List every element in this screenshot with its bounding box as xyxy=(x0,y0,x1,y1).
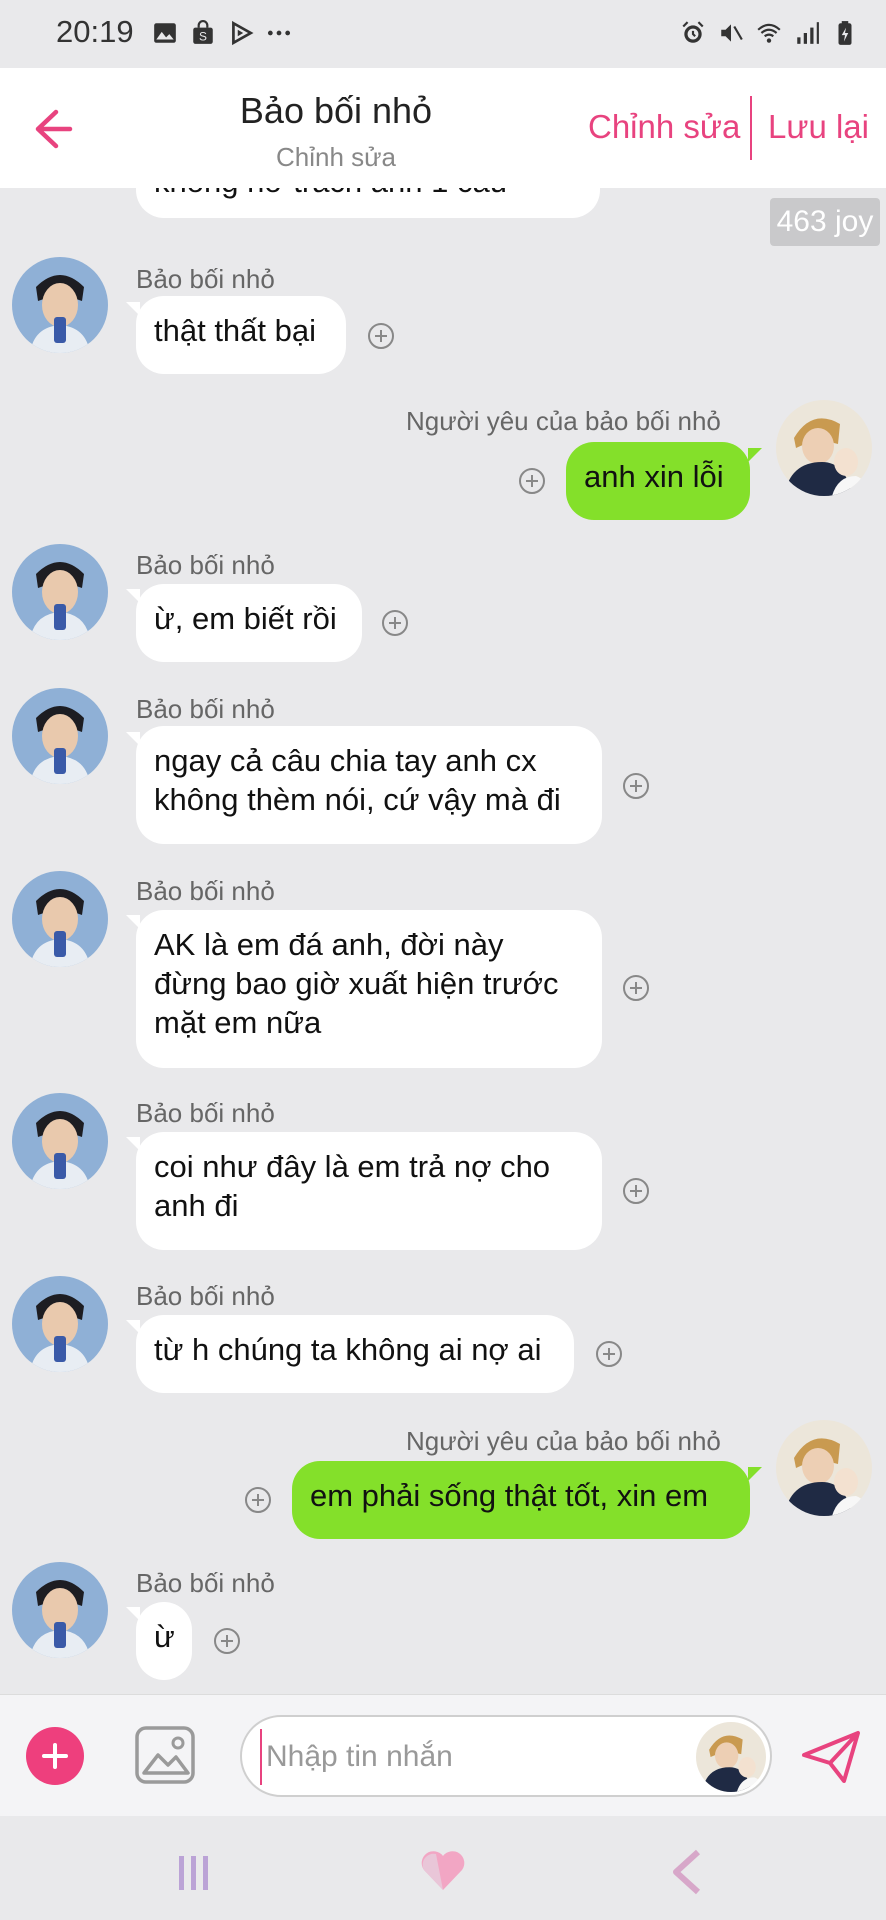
sender-name: Bảo bối nhỏ xyxy=(136,1098,275,1128)
add-reaction-icon[interactable] xyxy=(245,1487,271,1513)
add-attachment-button[interactable] xyxy=(26,1727,84,1785)
avatar[interactable] xyxy=(12,544,108,640)
bubble-tail xyxy=(748,1467,762,1481)
battery-icon xyxy=(838,21,852,45)
add-reaction-icon[interactable] xyxy=(382,610,408,636)
message-bubble: thật thất bại xyxy=(136,296,346,374)
message-bubble: ngay cả câu chia tay anh cx không thèm n… xyxy=(136,726,602,844)
svg-text:S: S xyxy=(199,30,207,44)
add-reaction-icon[interactable] xyxy=(623,975,649,1001)
sender-name: Người yêu của bảo bối nhỏ xyxy=(406,406,721,436)
avatar[interactable] xyxy=(12,257,108,353)
chat-area[interactable]: không nỡ trách anh 1 câu 463 joy Bảo bối… xyxy=(0,188,886,1694)
message-input-wrapper xyxy=(240,1715,772,1797)
avatar[interactable] xyxy=(12,1093,108,1189)
message-input[interactable] xyxy=(260,1729,688,1785)
nav-back-icon[interactable] xyxy=(670,1848,704,1896)
sender-name: Bảo bối nhỏ xyxy=(136,876,275,906)
signal-icon xyxy=(797,22,819,44)
message-text: em phải sống thật tốt, xin em xyxy=(310,1478,709,1513)
play-icon xyxy=(232,20,254,46)
sender-name: Bảo bối nhỏ xyxy=(136,694,275,724)
message-text: thật thất bại xyxy=(154,313,317,348)
message-line: đừng bao giờ xuất hiện trước xyxy=(154,966,559,1001)
message-line: anh đi xyxy=(154,1188,239,1223)
avatar[interactable] xyxy=(12,1562,108,1658)
add-reaction-icon[interactable] xyxy=(368,323,394,349)
add-reaction-icon[interactable] xyxy=(623,1178,649,1204)
message-line: không thèm nói, cứ vậy mà đi xyxy=(154,782,561,817)
add-reaction-icon[interactable] xyxy=(519,468,545,494)
message-text: ừ xyxy=(154,1619,175,1654)
mute-icon xyxy=(721,24,743,42)
message-line: mặt em nữa xyxy=(154,1005,322,1040)
save-button[interactable]: Lưu lại xyxy=(768,108,869,146)
shop-icon: S xyxy=(193,20,213,44)
message-bubble: em phải sống thật tốt, xin em xyxy=(292,1461,750,1539)
sender-name: Bảo bối nhỏ xyxy=(136,550,275,580)
message-text: anh xin lỗi xyxy=(584,459,724,494)
chat-header: Bảo bối nhỏ Chỉnh sửa Chỉnh sửa Lưu lại xyxy=(0,68,886,188)
message-bubble: AK là em đá anh, đời này đừng bao giờ xu… xyxy=(136,910,602,1068)
add-reaction-icon[interactable] xyxy=(623,773,649,799)
chat-title: Bảo bối nhỏ xyxy=(239,90,433,131)
message-bubble: anh xin lỗi xyxy=(566,442,750,520)
message-bubble: ừ xyxy=(136,1602,192,1680)
recent-apps-icon[interactable] xyxy=(176,1854,212,1892)
input-avatar[interactable] xyxy=(696,1722,766,1792)
message-text: không nỡ trách anh 1 câu xyxy=(154,188,507,199)
message-bubble: từ h chúng ta không ai nợ ai xyxy=(136,1315,574,1393)
sender-name: Bảo bối nhỏ xyxy=(136,1281,275,1311)
send-icon[interactable] xyxy=(800,1729,862,1785)
edit-button[interactable]: Chỉnh sửa xyxy=(588,108,740,146)
system-nav-bar xyxy=(0,1816,886,1920)
message-bubble: coi như đây là em trả nợ cho anh đi xyxy=(136,1132,602,1250)
avatar[interactable] xyxy=(12,688,108,784)
message-input-bar xyxy=(0,1694,886,1817)
image-picker-icon[interactable] xyxy=(134,1725,196,1785)
status-bar: 20:19 S xyxy=(0,0,886,68)
avatar[interactable] xyxy=(12,871,108,967)
message-line: ngay cả câu chia tay anh cx xyxy=(154,743,537,778)
message-line: coi như đây là em trả nợ cho xyxy=(154,1149,551,1184)
gallery-icon xyxy=(154,23,176,43)
message-bubble: không nỡ trách anh 1 câu xyxy=(136,188,600,218)
message-text: ừ, em biết rồi xyxy=(154,601,337,636)
home-heart-icon[interactable] xyxy=(420,1848,466,1892)
sender-name: Người yêu của bảo bối nhỏ xyxy=(406,1426,721,1456)
more-dots-icon xyxy=(267,30,291,36)
status-time: 20:19 xyxy=(56,14,134,49)
message-text: từ h chúng ta không ai nợ ai xyxy=(154,1332,542,1367)
add-reaction-icon[interactable] xyxy=(596,1341,622,1367)
header-divider xyxy=(750,96,752,160)
message-bubble: ừ, em biết rồi xyxy=(136,584,362,662)
sender-name: Bảo bối nhỏ xyxy=(136,1568,275,1598)
wifi-icon xyxy=(757,23,781,43)
avatar[interactable] xyxy=(776,1420,872,1516)
avatar[interactable] xyxy=(12,1276,108,1372)
status-right-icons xyxy=(680,20,858,46)
add-reaction-icon[interactable] xyxy=(214,1628,240,1654)
chat-subtitle: Chỉnh sửa xyxy=(275,142,397,172)
sender-name: Bảo bối nhỏ xyxy=(136,264,275,294)
status-left-icons: S xyxy=(152,20,292,46)
bubble-tail xyxy=(748,448,762,462)
message-line: AK là em đá anh, đời này xyxy=(154,927,504,962)
joy-badge: 463 joy xyxy=(770,198,880,246)
avatar[interactable] xyxy=(776,400,872,496)
alarm-icon xyxy=(682,21,704,43)
